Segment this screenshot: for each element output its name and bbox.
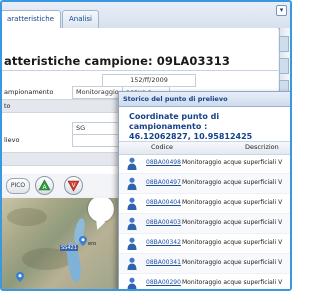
column-header-code[interactable]: Codice bbox=[151, 143, 173, 151]
map-marker-icon[interactable] bbox=[79, 236, 87, 246]
divider bbox=[2, 70, 278, 71]
table-row[interactable]: 08BA00342 Monitoraggio acque superficial… bbox=[119, 234, 290, 254]
tab-strip: aratteristiche Analisi ▾ bbox=[2, 2, 290, 29]
window-title: Storico del punto di prelievo bbox=[123, 95, 228, 103]
sample-description: Monitoraggio acque superficiali V bbox=[182, 259, 283, 266]
map-info-balloon[interactable] bbox=[88, 198, 114, 222]
map-info-balloon-tail bbox=[92, 218, 106, 232]
collection-label: lievo bbox=[4, 136, 20, 144]
table-row[interactable]: 08BA00341 Monitoraggio acque superficial… bbox=[119, 254, 290, 274]
row-label: to bbox=[4, 102, 11, 110]
sample-description: Monitoraggio acque superficiali V bbox=[182, 279, 283, 286]
arrow-down-icon[interactable]: V bbox=[64, 176, 83, 195]
coordinates-label: Coordinate punto di campionamento : bbox=[129, 112, 220, 131]
window-header[interactable]: Storico del punto di prelievo bbox=[119, 92, 290, 107]
history-window[interactable]: Storico del punto di prelievo Coordinate… bbox=[118, 91, 290, 289]
map-view[interactable]: SS421 ero bbox=[2, 198, 120, 289]
sample-code-link[interactable]: 08BA00341 bbox=[146, 259, 181, 266]
table-row[interactable]: 08BA00498 Monitoraggio acque superficial… bbox=[119, 154, 290, 174]
page-title: atteristiche campione: 09LA03313 bbox=[4, 54, 230, 68]
column-header-description[interactable]: Descrizion bbox=[245, 143, 279, 151]
user-icon bbox=[127, 197, 137, 210]
app-frame: aratteristiche Analisi ▾ atteristiche ca… bbox=[0, 0, 292, 291]
section-bar bbox=[2, 99, 120, 113]
map-terrain bbox=[22, 248, 72, 270]
table-row[interactable]: 08BA00290 Monitoraggio acque superficial… bbox=[119, 274, 290, 289]
side-panel-item[interactable] bbox=[279, 58, 289, 74]
sample-description: Monitoraggio acque superficiali V bbox=[182, 219, 283, 226]
sample-code-link[interactable]: 08BA00290 bbox=[146, 279, 181, 286]
sample-code-link[interactable]: 08BA00342 bbox=[146, 239, 181, 246]
table-row[interactable]: 08BA00497 Monitoraggio acque superficial… bbox=[119, 174, 290, 194]
sample-description: Monitoraggio acque superficiali V bbox=[182, 179, 283, 186]
sample-description: Monitoraggio acque superficiali V bbox=[182, 159, 283, 166]
print-button[interactable]: PICO bbox=[6, 178, 30, 194]
sample-code-link[interactable]: 08BA00404 bbox=[146, 199, 181, 206]
panel-toggle-button[interactable]: ▾ bbox=[276, 5, 287, 16]
user-icon bbox=[127, 217, 137, 230]
sampling-type-field[interactable]: Monitoraggio bbox=[72, 86, 124, 99]
side-panel-item[interactable] bbox=[279, 36, 289, 52]
map-terrain bbox=[7, 208, 47, 226]
section-bar bbox=[2, 152, 120, 166]
tab-caratteristiche[interactable]: aratteristiche bbox=[2, 10, 62, 29]
sample-description: Monitoraggio acque superficiali V bbox=[182, 199, 283, 206]
user-icon bbox=[127, 277, 137, 289]
tab-label: aratteristiche bbox=[7, 15, 55, 23]
tab-label: Analisi bbox=[69, 15, 92, 23]
table-row[interactable]: 08BA00403 Monitoraggio acque superficial… bbox=[119, 214, 290, 234]
sampling-label: ampionamento bbox=[4, 88, 54, 96]
user-icon bbox=[127, 237, 137, 250]
map-road-label: SS421 bbox=[60, 245, 78, 251]
sample-description: Monitoraggio acque superficiali V bbox=[182, 239, 283, 246]
user-icon bbox=[127, 257, 137, 270]
coordinates-text: Coordinate punto di campionamento : 46.1… bbox=[129, 112, 289, 142]
grid-header: Codice Descrizion bbox=[119, 141, 290, 155]
collection-field[interactable] bbox=[72, 134, 124, 147]
map-town-label: ero bbox=[88, 241, 97, 247]
sample-code-link[interactable]: 08BA00497 bbox=[146, 179, 181, 186]
sample-code-link[interactable]: 08BA00498 bbox=[146, 159, 181, 166]
arrow-up-icon[interactable]: A bbox=[35, 176, 54, 195]
table-row[interactable]: 08BA00404 Monitoraggio acque superficial… bbox=[119, 194, 290, 214]
sample-code-link[interactable]: 08BA00403 bbox=[146, 219, 181, 226]
user-icon bbox=[127, 157, 137, 170]
tab-analisi[interactable]: Analisi bbox=[62, 10, 99, 28]
map-marker-icon[interactable] bbox=[16, 272, 24, 282]
user-icon bbox=[127, 177, 137, 190]
